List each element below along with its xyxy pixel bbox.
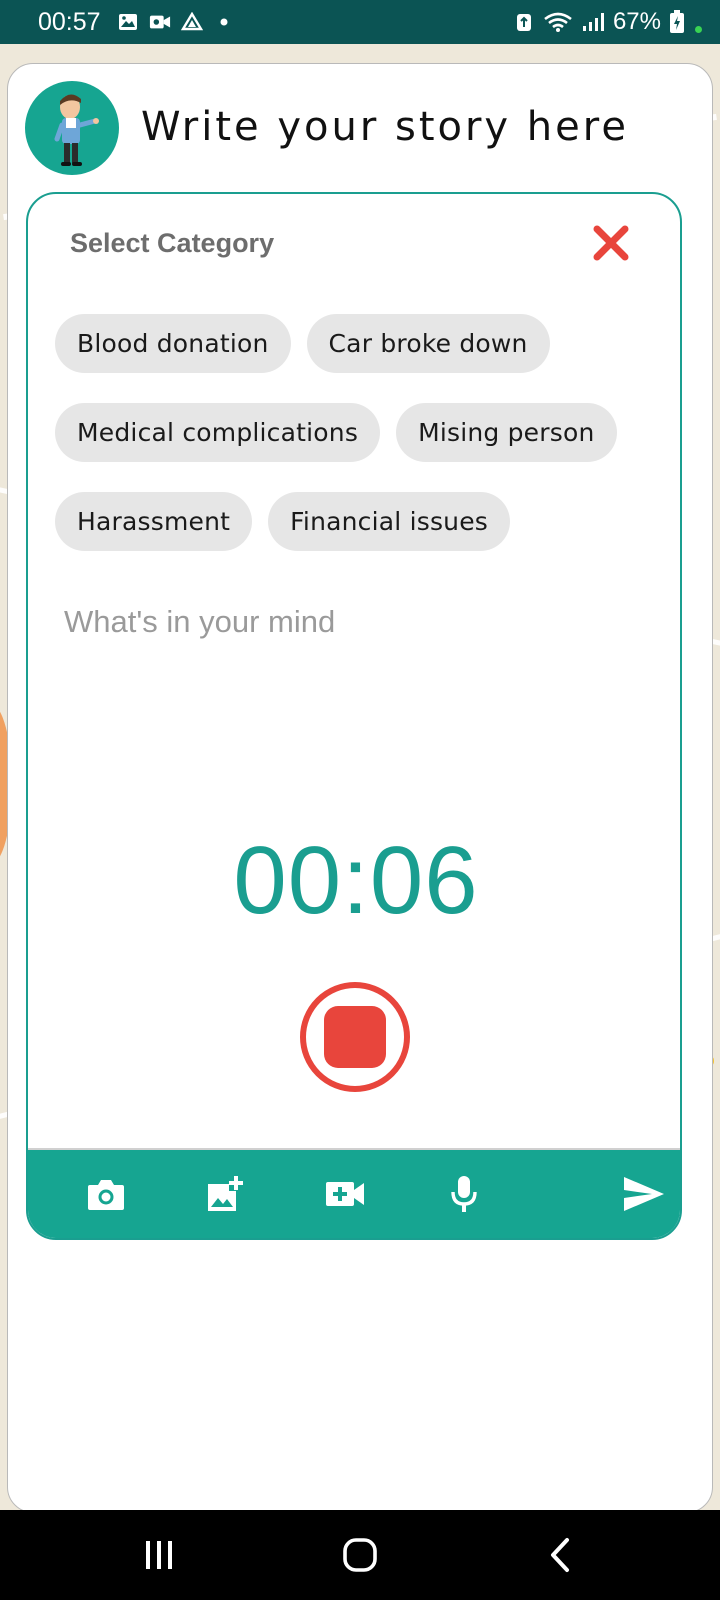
navigation-bar <box>0 1510 720 1600</box>
drive-notification-icon <box>180 12 203 32</box>
recent-apps-icon <box>146 1541 172 1569</box>
category-chip-financial-issues[interactable]: Financial issues <box>268 492 511 551</box>
category-chip-missing-person[interactable]: Mising person <box>396 403 617 462</box>
camera-button[interactable] <box>84 1172 128 1216</box>
category-chip-medical-complications[interactable]: Medical complications <box>55 403 381 462</box>
add-video-icon <box>326 1182 364 1206</box>
data-saver-icon <box>513 12 535 32</box>
recent-apps-button[interactable] <box>134 1532 184 1578</box>
video-notification-icon <box>149 12 171 32</box>
gallery-notification-icon <box>117 12 139 32</box>
back-icon <box>551 1538 569 1572</box>
status-bar: 00:57 67% <box>0 0 720 44</box>
microphone-button[interactable] <box>442 1172 486 1216</box>
chip-row: Blood donation Car broke down <box>55 314 655 373</box>
page-title: Write your story here <box>141 104 629 150</box>
stop-recording-button[interactable] <box>300 982 410 1092</box>
story-sheet: Write your story here Select Category Bl… <box>7 63 713 1513</box>
stop-icon <box>324 1006 386 1068</box>
battery-charging-icon <box>669 10 685 33</box>
close-button[interactable] <box>590 222 632 264</box>
microphone-icon <box>451 1176 477 1212</box>
battery-percentage: 67% <box>612 8 661 35</box>
category-chip-blood-donation[interactable]: Blood donation <box>55 314 291 373</box>
signal-icon <box>581 12 605 32</box>
add-photo-button[interactable] <box>203 1172 247 1216</box>
category-chips: Blood donation Car broke down Medical co… <box>55 314 655 581</box>
send-icon <box>624 1177 664 1211</box>
send-button[interactable] <box>620 1172 668 1216</box>
attachment-toolbar <box>28 1148 680 1238</box>
add-video-button[interactable] <box>323 1172 367 1216</box>
recording-timer: 00:06 <box>233 827 479 934</box>
back-button[interactable] <box>536 1532 586 1578</box>
cartoon-man-avatar-icon <box>25 81 119 175</box>
more-notifications-dot-icon <box>213 12 235 32</box>
camera-icon <box>88 1180 124 1210</box>
chip-row: Harassment Financial issues <box>55 492 655 551</box>
close-icon <box>593 225 629 261</box>
chip-row: Medical complications Mising person <box>55 403 655 462</box>
category-chip-car-broke-down[interactable]: Car broke down <box>306 314 550 373</box>
status-time: 00:57 <box>38 7 101 36</box>
add-photo-icon <box>208 1176 243 1211</box>
story-input[interactable] <box>64 604 644 784</box>
compose-card: Select Category Blood donation Car broke… <box>26 192 682 1240</box>
home-button[interactable] <box>335 1532 385 1578</box>
select-category-title: Select Category <box>70 228 275 258</box>
privacy-indicator-dot <box>695 25 702 33</box>
home-icon <box>343 1538 377 1572</box>
category-chip-harassment[interactable]: Harassment <box>55 492 253 551</box>
wifi-icon <box>543 12 573 32</box>
